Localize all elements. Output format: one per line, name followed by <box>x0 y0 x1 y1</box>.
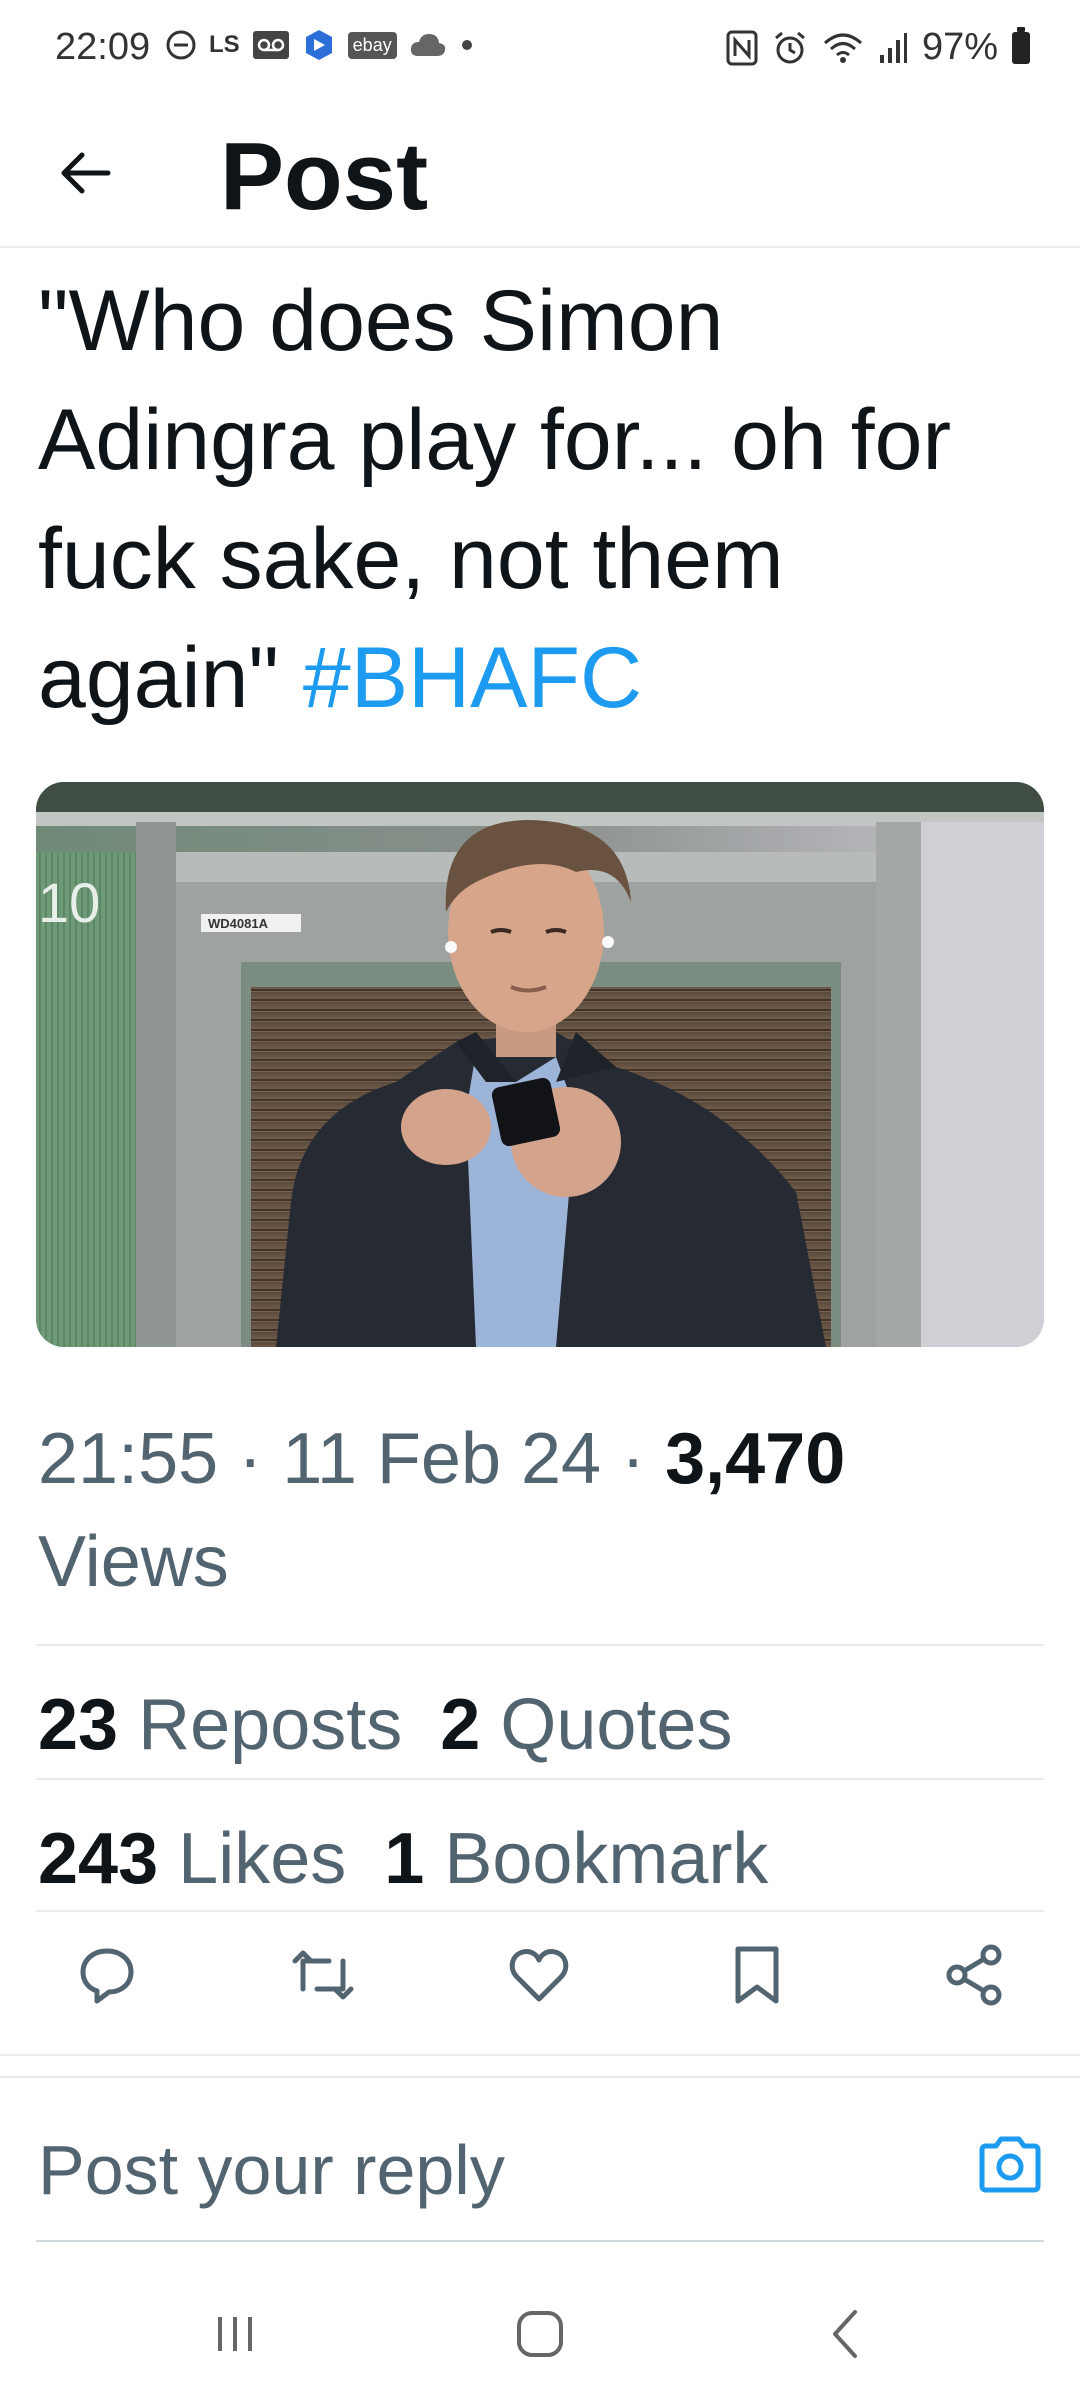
status-left-icons: LS ebay <box>165 28 475 62</box>
camera-icon <box>979 2136 1041 2193</box>
photo-illustration: 10 WD4081A <box>36 782 1044 1347</box>
battery-icon <box>1012 26 1030 64</box>
wifi-icon <box>822 31 864 65</box>
nav-back-button[interactable] <box>815 2304 875 2364</box>
heart-icon <box>509 1949 569 2002</box>
bookmarks-stat[interactable]: 1 Bookmark <box>384 1818 768 1900</box>
chevron-left-icon <box>833 2310 857 2358</box>
quotes-count: 2 <box>440 1685 481 1765</box>
status-time: 22:09 <box>55 26 151 68</box>
like-button[interactable] <box>504 1940 574 2010</box>
reply-icon <box>80 1948 134 2004</box>
quotes-label: Quotes <box>500 1685 733 1765</box>
door-label-text: WD4081A <box>208 916 269 931</box>
share-icon <box>946 1944 1002 2006</box>
post-time: 21:55 <box>38 1419 219 1499</box>
panel-number-text: 10 <box>38 871 100 934</box>
bookmark-icon <box>735 1946 779 2004</box>
ls-icon: LS <box>209 31 240 58</box>
meta-separator: · <box>238 1419 283 1499</box>
signal-icon <box>878 31 908 65</box>
page-title: Post <box>220 123 429 230</box>
arrow-left-icon <box>61 152 111 194</box>
nfc-icon <box>726 30 758 66</box>
stats-row-likes: 243 Likes 1 Bookmark <box>38 1818 768 1900</box>
bookmark-button[interactable] <box>722 1940 792 2010</box>
reply-button[interactable] <box>72 1940 142 2010</box>
back-button[interactable] <box>40 128 130 218</box>
post-media-image[interactable]: 10 WD4081A <box>36 782 1044 1347</box>
repost-icon <box>292 1950 354 2000</box>
quotes-stat[interactable]: 2 Quotes <box>440 1684 732 1766</box>
bookmarks-count: 1 <box>384 1819 425 1899</box>
reply-box[interactable]: Post your reply <box>36 2080 1044 2242</box>
likes-stat[interactable]: 243 Likes <box>38 1818 346 1900</box>
likes-label: Likes <box>178 1819 347 1899</box>
home-icon <box>517 2311 563 2357</box>
reposts-label: Reposts <box>138 1685 403 1765</box>
reposts-stat[interactable]: 23 Reposts <box>38 1684 402 1766</box>
voicemail-icon <box>252 30 290 60</box>
divider <box>36 1778 1044 1780</box>
post-meta: 21:55 · 11 Feb 24 · 3,470 Views <box>38 1408 1038 1614</box>
alarm-icon <box>772 30 808 66</box>
status-right: 97% <box>726 26 1030 69</box>
dot-icon <box>459 37 475 53</box>
likes-count: 243 <box>38 1819 159 1899</box>
camera-button[interactable] <box>976 2134 1044 2198</box>
hashtag-link[interactable]: #BHAFC <box>303 630 642 726</box>
ebay-icon: ebay <box>347 31 397 59</box>
reply-input[interactable]: Post your reply <box>38 2130 505 2210</box>
post-date: 11 Feb 24 <box>282 1419 602 1499</box>
repost-button[interactable] <box>288 1940 358 2010</box>
stats-row-reposts: 23 Reposts 2 Quotes <box>38 1684 732 1766</box>
cloud-icon <box>409 32 447 58</box>
recent-apps-button[interactable] <box>205 2304 265 2364</box>
app-icon <box>302 28 336 62</box>
meta-separator: · <box>621 1419 666 1499</box>
home-button[interactable] <box>508 2304 572 2364</box>
navigation-bar <box>0 2260 1080 2400</box>
divider <box>36 1644 1044 1646</box>
post-text: "Who does Simon Adingra play for... oh f… <box>38 262 1038 738</box>
header: Post <box>0 100 1080 248</box>
share-button[interactable] <box>940 1940 1010 2010</box>
reposts-count: 23 <box>38 1685 119 1765</box>
views-label[interactable]: Views <box>38 1522 229 1602</box>
views-count: 3,470 <box>665 1419 846 1499</box>
action-bar <box>0 1912 1080 2052</box>
bookmarks-label: Bookmark <box>444 1819 769 1899</box>
do-not-disturb-icon <box>165 29 197 61</box>
divider <box>0 2054 1080 2056</box>
divider <box>0 2076 1080 2078</box>
recent-apps-icon <box>218 2317 252 2351</box>
battery-text: 97% <box>921 26 998 68</box>
status-bar: 22:09 LS ebay 97% <box>0 0 1080 100</box>
